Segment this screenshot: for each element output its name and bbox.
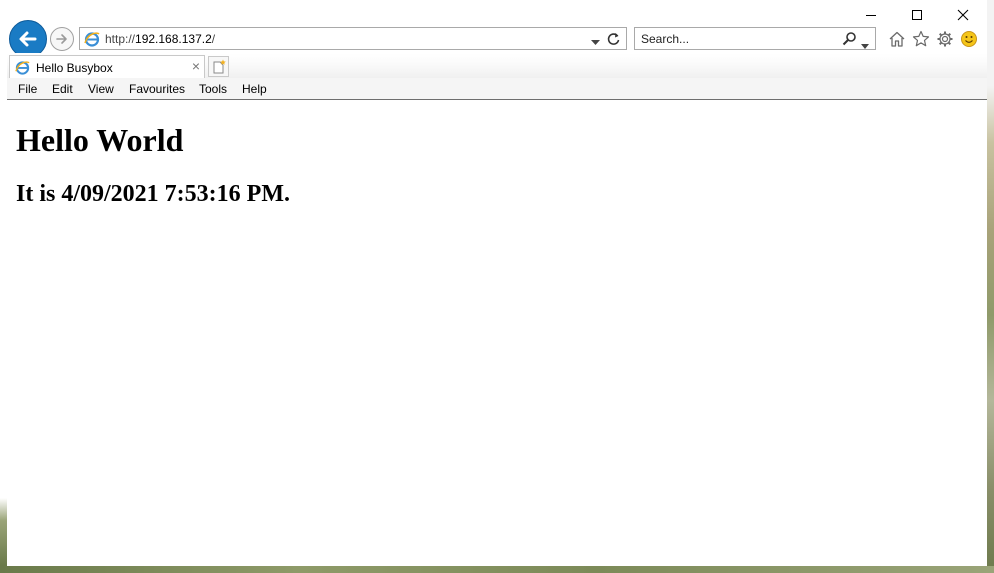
menu-favourites[interactable]: Favourites xyxy=(129,82,185,96)
new-tab-icon xyxy=(213,59,226,74)
page-heading: Hello World xyxy=(16,122,184,158)
address-dropdown-icon[interactable] xyxy=(591,33,600,51)
search-dropdown-icon[interactable] xyxy=(861,36,869,54)
tab-ie-logo-icon xyxy=(15,60,30,80)
menu-file[interactable]: File xyxy=(18,82,37,96)
new-tab-button[interactable] xyxy=(208,56,229,77)
url-scheme: http:// xyxy=(105,32,136,46)
desktop-background-bottom xyxy=(0,566,994,573)
maximize-button[interactable] xyxy=(894,0,940,30)
menu-view[interactable]: View xyxy=(88,82,114,96)
tab-title: Hello Busybox xyxy=(36,61,113,75)
browser-window: http://192.168.137.2/ Search... Hello Bu… xyxy=(7,0,987,566)
search-icon[interactable] xyxy=(842,31,857,51)
favorites-button[interactable] xyxy=(911,29,931,49)
tab-close-icon[interactable]: × xyxy=(192,59,200,73)
forward-arrow-icon xyxy=(56,34,67,44)
ie-logo-icon xyxy=(84,31,100,52)
home-icon xyxy=(889,31,905,47)
feedback-button[interactable] xyxy=(959,29,979,49)
settings-button[interactable] xyxy=(935,29,955,49)
menu-tools[interactable]: Tools xyxy=(199,82,227,96)
menu-edit[interactable]: Edit xyxy=(52,82,73,96)
tab-hello-busybox[interactable]: Hello Busybox × xyxy=(9,55,205,78)
url-path: / xyxy=(211,32,216,46)
back-arrow-icon xyxy=(19,31,37,47)
feedback-smiley-icon xyxy=(961,31,977,47)
desktop-background-right xyxy=(987,0,994,573)
minimize-icon xyxy=(866,15,876,16)
page-subheading: It is 4/09/2021 7:53:16 PM. xyxy=(16,181,290,207)
minimize-button[interactable] xyxy=(848,0,894,30)
search-box[interactable] xyxy=(634,27,876,50)
menu-help[interactable]: Help xyxy=(242,82,267,96)
refresh-icon[interactable] xyxy=(606,31,621,51)
forward-button[interactable] xyxy=(50,27,74,51)
url-host: 192.168.137.2 xyxy=(135,32,212,46)
search-input[interactable] xyxy=(635,28,831,49)
maximize-icon xyxy=(912,10,922,20)
favorites-star-icon xyxy=(912,30,930,47)
close-icon xyxy=(957,9,969,21)
settings-gear-icon xyxy=(937,31,953,47)
address-url[interactable]: http://192.168.137.2/ xyxy=(105,32,215,46)
tab-bar: Hello Busybox × xyxy=(7,53,987,78)
menu-bar: File Edit View Favourites Tools Help xyxy=(7,78,987,100)
page-content: Hello World It is 4/09/2021 7:53:16 PM. xyxy=(7,100,987,566)
close-button[interactable] xyxy=(940,0,986,30)
address-bar[interactable]: http://192.168.137.2/ xyxy=(79,27,627,50)
home-button[interactable] xyxy=(887,29,907,49)
